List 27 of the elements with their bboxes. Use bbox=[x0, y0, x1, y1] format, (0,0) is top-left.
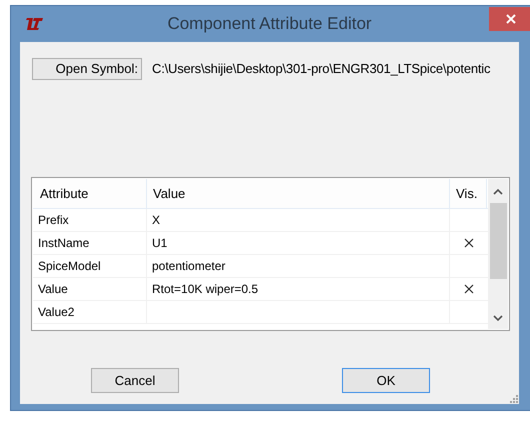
table-cell[interactable]: Rtot=10K wiper=0.5 bbox=[147, 278, 450, 300]
table-cell[interactable]: U1 bbox=[147, 232, 450, 254]
symbol-path: C:\Users\shijie\Desktop\301-pro\ENGR301_LTSpice\potentic bbox=[152, 60, 490, 78]
dialog-button[interactable]: Cancel bbox=[91, 368, 179, 393]
resize-grip-icon[interactable] bbox=[510, 395, 518, 403]
table-cell[interactable]: potentiometer bbox=[147, 255, 450, 277]
column-header[interactable]: Attribute bbox=[40, 184, 88, 204]
column-header[interactable]: Vis. bbox=[456, 184, 478, 204]
visible-mark-icon[interactable] bbox=[464, 238, 474, 248]
scrollbar-thumb[interactable] bbox=[490, 203, 506, 279]
table-cell: Value bbox=[33, 278, 147, 300]
visible-mark-icon[interactable] bbox=[464, 284, 474, 294]
logo-icon bbox=[24, 17, 44, 31]
table-cell[interactable]: X bbox=[147, 209, 450, 231]
scrollbar[interactable] bbox=[488, 179, 508, 329]
window-title: Component Attribute Editor bbox=[166, 13, 373, 36]
column-header[interactable]: Value bbox=[153, 184, 186, 204]
table-cell: InstName bbox=[33, 232, 147, 254]
dialog-button[interactable]: OK bbox=[342, 368, 430, 393]
table-cell: SpiceModel bbox=[33, 255, 147, 277]
table-cell: Value2 bbox=[33, 301, 147, 323]
open-symbol-button[interactable]: Open Symbol: bbox=[32, 58, 142, 80]
scroll-down-icon[interactable] bbox=[493, 315, 503, 322]
scroll-up-icon[interactable] bbox=[493, 188, 503, 195]
close-icon bbox=[506, 14, 516, 24]
table-cell: Prefix bbox=[33, 209, 147, 231]
close-button[interactable] bbox=[489, 7, 530, 31]
